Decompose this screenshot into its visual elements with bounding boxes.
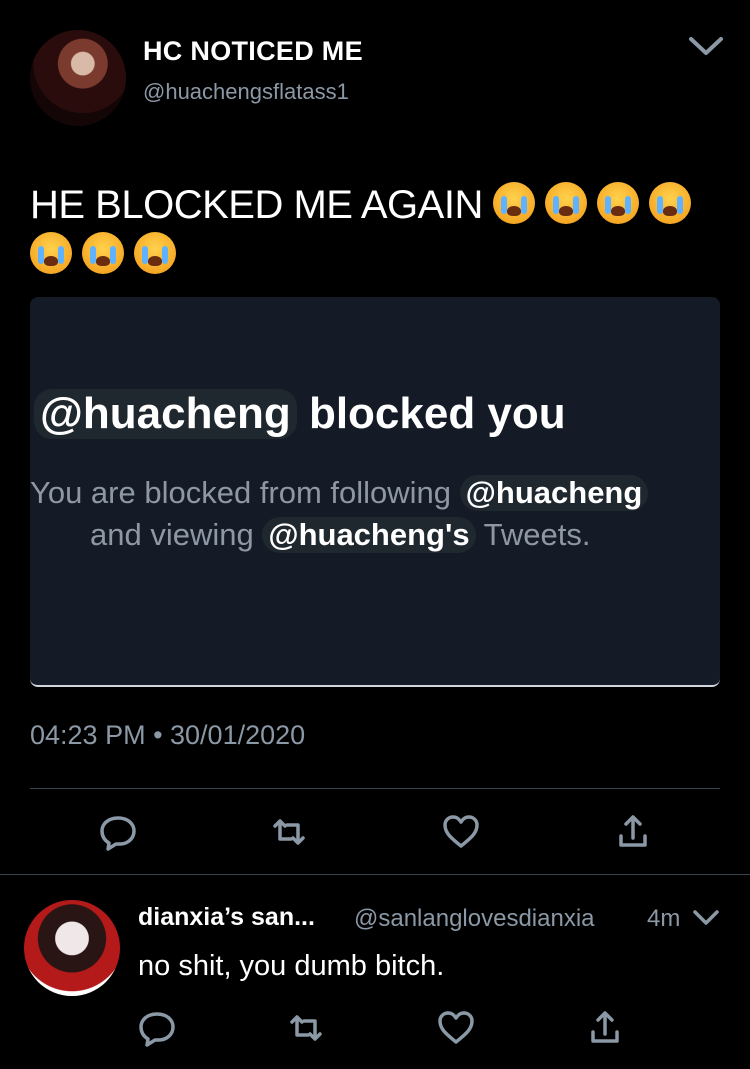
reply-time: 4m <box>647 905 681 932</box>
media-line2-prefix: and viewing <box>90 517 254 552</box>
author-display-name[interactable]: HC NOTICED ME <box>143 36 363 67</box>
chevron-down-icon[interactable] <box>688 34 724 58</box>
retweet-icon[interactable] <box>286 1008 326 1048</box>
loudly-crying-face-emoji <box>493 182 536 224</box>
chevron-down-icon[interactable] <box>692 908 720 928</box>
reply-display-name[interactable]: dianxia’s san... <box>138 903 315 932</box>
media-line2-mention: @huacheng's <box>262 517 476 553</box>
loudly-crying-face-emoji <box>545 182 588 224</box>
reply-icon[interactable] <box>137 1008 177 1048</box>
tweet-text: HE BLOCKED ME AGAIN <box>30 180 730 280</box>
share-icon[interactable] <box>613 812 653 852</box>
reply-icon[interactable] <box>98 812 138 852</box>
tweet-timestamp: 04:23 PM • 30/01/2020 <box>30 720 306 750</box>
reply-handle[interactable]: @sanlanglovesdianxia <box>354 905 595 933</box>
media-line1-mention: @huacheng <box>459 475 649 511</box>
media-line-1: You are blocked from following @huacheng <box>30 475 649 511</box>
media-mention: @huacheng <box>34 389 297 439</box>
media-title-rest: blocked you <box>308 389 566 438</box>
media-line-2: and viewing @huacheng's Tweets. <box>90 517 590 553</box>
tweet-media-image[interactable]: @huacheng blocked you You are blocked fr… <box>30 297 720 687</box>
share-icon[interactable] <box>585 1008 625 1048</box>
section-divider <box>0 874 750 875</box>
loudly-crying-face-emoji <box>30 232 72 274</box>
like-icon[interactable] <box>441 812 481 852</box>
author-avatar[interactable] <box>30 30 126 126</box>
media-line1-prefix: You are blocked from following <box>30 475 452 510</box>
retweet-icon[interactable] <box>269 812 309 852</box>
loudly-crying-face-emoji <box>82 232 124 274</box>
reply-text: no shit, you dumb bitch. <box>138 950 445 982</box>
media-line2-suffix: Tweets. <box>483 517 591 552</box>
like-icon[interactable] <box>436 1008 476 1048</box>
divider <box>30 788 720 789</box>
loudly-crying-face-emoji <box>134 232 176 274</box>
media-block-title: @huacheng blocked you <box>34 389 566 439</box>
author-handle[interactable]: @huachengsflatass1 <box>143 79 349 105</box>
loudly-crying-face-emoji <box>597 182 640 224</box>
reply-avatar[interactable] <box>24 900 120 996</box>
loudly-crying-face-emoji <box>649 182 692 224</box>
tweet-text-content: HE BLOCKED ME AGAIN <box>30 183 483 227</box>
